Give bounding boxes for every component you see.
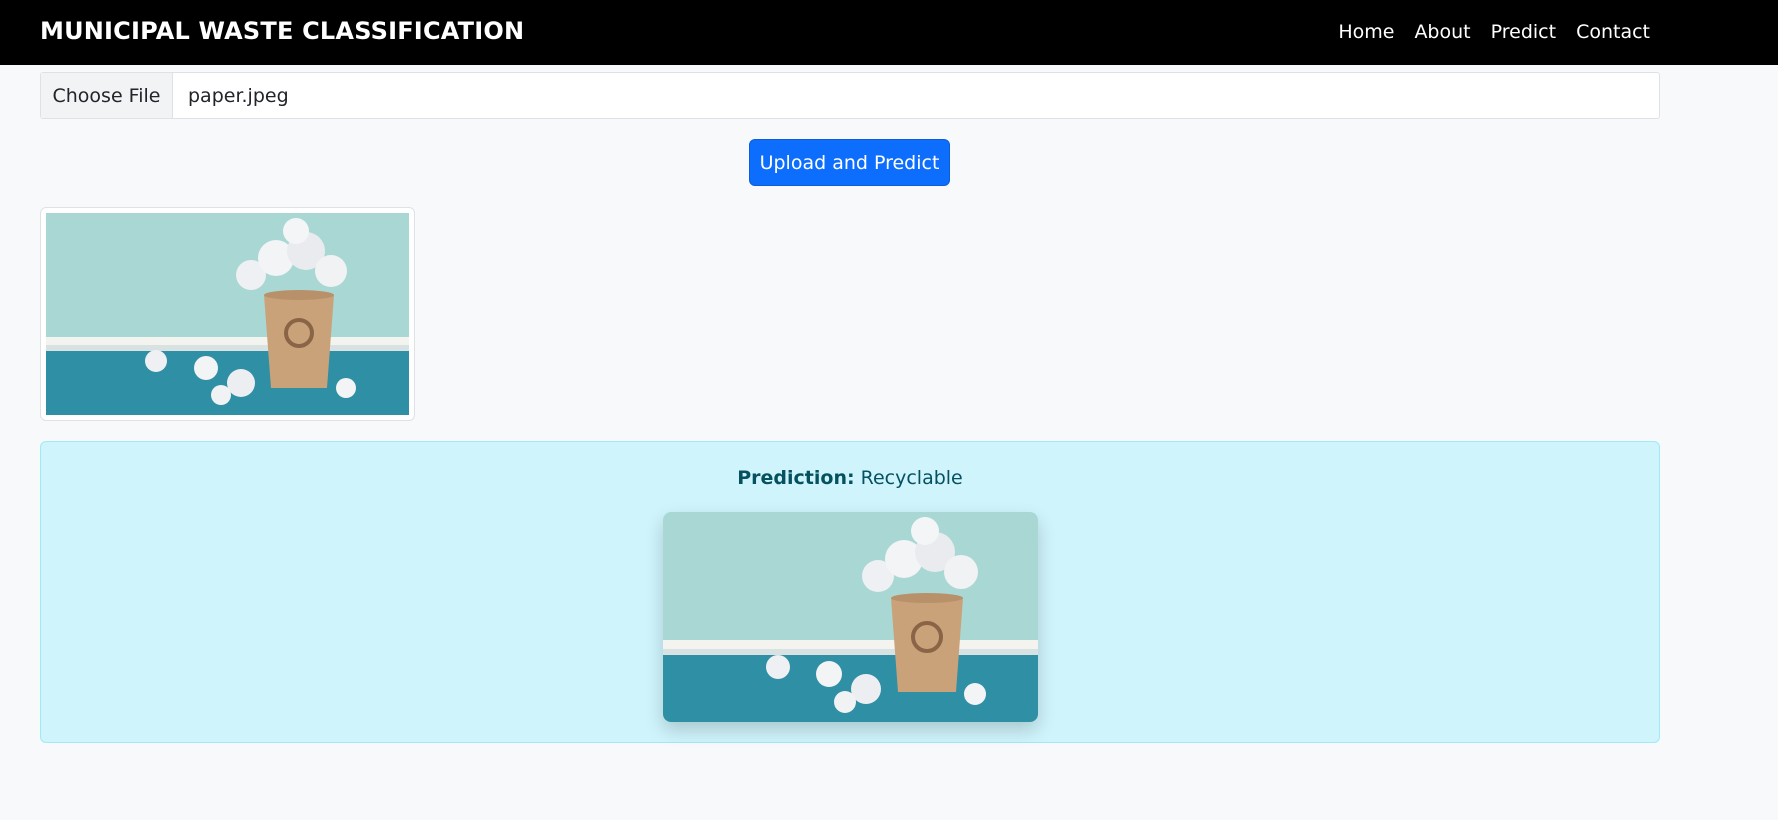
- prediction-line: Prediction: Recyclable: [41, 467, 1659, 489]
- prediction-result-panel: Prediction: Recyclable: [40, 441, 1660, 743]
- navbar: MUNICIPAL WASTE CLASSIFICATION Home Abou…: [0, 0, 1778, 65]
- file-input[interactable]: Choose File paper.jpeg: [40, 72, 1660, 119]
- image-preview-thumbnail: [40, 207, 415, 421]
- prediction-value: Recyclable: [860, 467, 963, 489]
- nav-link-about[interactable]: About: [1414, 19, 1470, 45]
- prediction-label: Prediction:: [737, 467, 855, 489]
- nav-link-contact[interactable]: Contact: [1576, 19, 1650, 45]
- nav-links: Home About Predict Contact: [1338, 19, 1650, 45]
- selected-file-name: paper.jpeg: [188, 84, 289, 107]
- brand-title[interactable]: MUNICIPAL WASTE CLASSIFICATION: [40, 16, 524, 46]
- result-image: [663, 512, 1038, 722]
- choose-file-button[interactable]: Choose File: [41, 73, 173, 118]
- prediction-image: [663, 512, 1038, 722]
- upload-and-predict-button[interactable]: Upload and Predict: [749, 139, 950, 186]
- preview-image: [46, 213, 409, 415]
- nav-link-home[interactable]: Home: [1338, 19, 1394, 45]
- nav-link-predict[interactable]: Predict: [1491, 19, 1556, 45]
